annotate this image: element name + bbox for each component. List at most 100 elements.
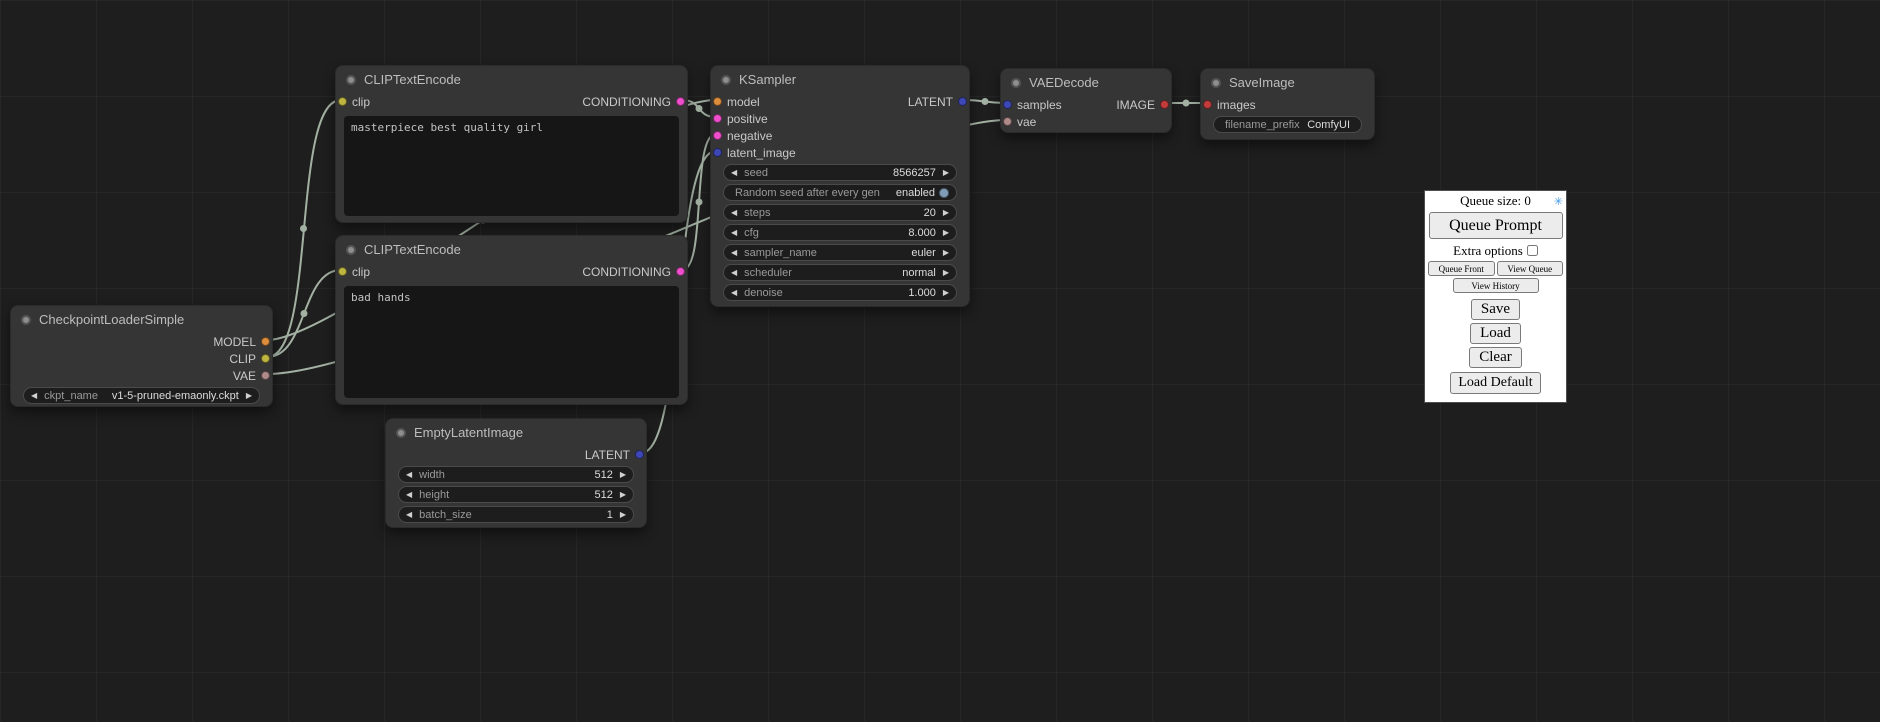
output-port-conditioning[interactable] bbox=[676, 97, 685, 106]
wire-midpoint-dot bbox=[301, 310, 308, 317]
input-port-positive[interactable] bbox=[713, 114, 722, 123]
decrement-arrow-icon[interactable]: ◀ bbox=[731, 169, 737, 177]
prev-arrow-icon[interactable]: ◀ bbox=[731, 249, 737, 257]
batch-size-widget[interactable]: ◀ batch_size 1 ▶ bbox=[398, 506, 634, 523]
node-title-bar[interactable]: CheckpointLoaderSimple bbox=[11, 306, 272, 333]
node-title-bar[interactable]: KSampler bbox=[711, 66, 969, 93]
decrement-arrow-icon[interactable]: ◀ bbox=[731, 229, 737, 237]
output-port-latent[interactable] bbox=[958, 97, 967, 106]
sampler-name-widget[interactable]: ◀ sampler_name euler ▶ bbox=[723, 244, 957, 261]
extra-options-checkbox[interactable] bbox=[1527, 245, 1538, 256]
input-label-positive: positive bbox=[727, 112, 768, 126]
collapse-dot-icon[interactable] bbox=[721, 75, 731, 85]
node-ksampler[interactable]: KSampler model LATENT positive negative … bbox=[710, 65, 970, 307]
decrement-arrow-icon[interactable]: ◀ bbox=[406, 491, 412, 499]
node-graph-canvas[interactable]: CheckpointLoaderSimple MODEL CLIP VAE ◀ … bbox=[0, 0, 1880, 722]
node-vae-decode[interactable]: VAEDecode samples IMAGE vae bbox=[1000, 68, 1172, 133]
scheduler-widget[interactable]: ◀ scheduler normal ▶ bbox=[723, 264, 957, 281]
increment-arrow-icon[interactable]: ▶ bbox=[620, 511, 626, 519]
widget-value: 20 bbox=[924, 207, 936, 219]
output-port-latent[interactable] bbox=[635, 450, 644, 459]
wire-midpoint-dot bbox=[696, 199, 703, 206]
next-arrow-icon[interactable]: ▶ bbox=[246, 392, 252, 400]
seed-widget[interactable]: ◀ seed 8566257 ▶ bbox=[723, 164, 957, 181]
input-label-negative: negative bbox=[727, 129, 772, 143]
node-title-bar[interactable]: SaveImage bbox=[1201, 69, 1374, 96]
settings-gear-icon[interactable]: ✳ bbox=[1554, 193, 1563, 211]
decrement-arrow-icon[interactable]: ◀ bbox=[731, 209, 737, 217]
save-button[interactable]: Save bbox=[1471, 299, 1520, 320]
next-arrow-icon[interactable]: ▶ bbox=[943, 269, 949, 277]
widget-label: ckpt_name bbox=[44, 390, 98, 402]
view-history-button[interactable]: View History bbox=[1453, 278, 1539, 293]
increment-arrow-icon[interactable]: ▶ bbox=[943, 169, 949, 177]
output-port-image[interactable] bbox=[1160, 100, 1169, 109]
prev-arrow-icon[interactable]: ◀ bbox=[731, 269, 737, 277]
decrement-arrow-icon[interactable]: ◀ bbox=[406, 511, 412, 519]
load-default-button[interactable]: Load Default bbox=[1450, 372, 1540, 394]
negative-prompt-textarea[interactable]: bad hands bbox=[344, 286, 679, 398]
width-widget[interactable]: ◀ width 512 ▶ bbox=[398, 466, 634, 483]
view-queue-button[interactable]: View Queue bbox=[1497, 261, 1564, 276]
node-save-image[interactable]: SaveImage images filename_prefix ComfyUI bbox=[1200, 68, 1375, 140]
widget-value: 8566257 bbox=[893, 167, 936, 179]
input-port-latent-image[interactable] bbox=[713, 148, 722, 157]
collapse-dot-icon[interactable] bbox=[346, 245, 356, 255]
clear-button[interactable]: Clear bbox=[1469, 347, 1521, 368]
denoise-widget[interactable]: ◀ denoise 1.000 ▶ bbox=[723, 284, 957, 301]
queue-prompt-button[interactable]: Queue Prompt bbox=[1429, 212, 1563, 239]
load-button[interactable]: Load bbox=[1470, 323, 1521, 344]
node-checkpoint-loader[interactable]: CheckpointLoaderSimple MODEL CLIP VAE ◀ … bbox=[10, 305, 273, 407]
widget-value: 8.000 bbox=[908, 227, 936, 239]
next-arrow-icon[interactable]: ▶ bbox=[943, 249, 949, 257]
output-port-vae[interactable] bbox=[261, 371, 270, 380]
widget-label: denoise bbox=[744, 287, 783, 299]
steps-widget[interactable]: ◀ steps 20 ▶ bbox=[723, 204, 957, 221]
node-clip-text-encode-positive[interactable]: CLIPTextEncode clip CONDITIONING masterp… bbox=[335, 65, 688, 223]
increment-arrow-icon[interactable]: ▶ bbox=[620, 491, 626, 499]
node-title: CLIPTextEncode bbox=[364, 242, 461, 257]
input-port-model[interactable] bbox=[713, 97, 722, 106]
collapse-dot-icon[interactable] bbox=[21, 315, 31, 325]
collapse-dot-icon[interactable] bbox=[1011, 78, 1021, 88]
node-empty-latent-image[interactable]: EmptyLatentImage LATENT ◀ width 512 ▶ ◀ … bbox=[385, 418, 647, 528]
increment-arrow-icon[interactable]: ▶ bbox=[943, 209, 949, 217]
input-port-clip[interactable] bbox=[338, 267, 347, 276]
decrement-arrow-icon[interactable]: ◀ bbox=[731, 289, 737, 297]
widget-label: seed bbox=[744, 167, 768, 179]
input-port-samples[interactable] bbox=[1003, 100, 1012, 109]
increment-arrow-icon[interactable]: ▶ bbox=[620, 471, 626, 479]
collapse-dot-icon[interactable] bbox=[396, 428, 406, 438]
collapse-dot-icon[interactable] bbox=[1211, 78, 1221, 88]
decrement-arrow-icon[interactable]: ◀ bbox=[406, 471, 412, 479]
output-label-image: IMAGE bbox=[1116, 98, 1155, 112]
increment-arrow-icon[interactable]: ▶ bbox=[943, 289, 949, 297]
node-title-bar[interactable]: CLIPTextEncode bbox=[336, 236, 687, 263]
increment-arrow-icon[interactable]: ▶ bbox=[943, 229, 949, 237]
input-label-clip: clip bbox=[352, 95, 370, 109]
queue-front-button[interactable]: Queue Front bbox=[1428, 261, 1495, 276]
output-port-model[interactable] bbox=[261, 337, 270, 346]
height-widget[interactable]: ◀ height 512 ▶ bbox=[398, 486, 634, 503]
input-port-clip[interactable] bbox=[338, 97, 347, 106]
filename-prefix-widget[interactable]: filename_prefix ComfyUI bbox=[1213, 116, 1362, 133]
collapse-dot-icon[interactable] bbox=[346, 75, 356, 85]
random-seed-toggle-widget[interactable]: Random seed after every gen enabled bbox=[723, 184, 957, 201]
widget-value: v1-5-pruned-emaonly.ckpt bbox=[112, 390, 239, 402]
output-port-conditioning[interactable] bbox=[676, 267, 685, 276]
node-title-bar[interactable]: CLIPTextEncode bbox=[336, 66, 687, 93]
cfg-widget[interactable]: ◀ cfg 8.000 ▶ bbox=[723, 224, 957, 241]
node-clip-text-encode-negative[interactable]: CLIPTextEncode clip CONDITIONING bad han… bbox=[335, 235, 688, 405]
ckpt-name-combo-widget[interactable]: ◀ ckpt_name v1-5-pruned-emaonly.ckpt ▶ bbox=[23, 387, 260, 404]
input-port-images[interactable] bbox=[1203, 100, 1212, 109]
input-port-negative[interactable] bbox=[713, 131, 722, 140]
node-title-bar[interactable]: EmptyLatentImage bbox=[386, 419, 646, 446]
node-title-bar[interactable]: VAEDecode bbox=[1001, 69, 1171, 96]
positive-prompt-textarea[interactable]: masterpiece best quality girl bbox=[344, 116, 679, 216]
output-label-vae: VAE bbox=[233, 369, 256, 383]
widget-label: sampler_name bbox=[744, 247, 817, 259]
output-port-clip[interactable] bbox=[261, 354, 270, 363]
input-port-vae[interactable] bbox=[1003, 117, 1012, 126]
prev-arrow-icon[interactable]: ◀ bbox=[31, 392, 37, 400]
toggle-on-dot[interactable] bbox=[939, 188, 949, 198]
